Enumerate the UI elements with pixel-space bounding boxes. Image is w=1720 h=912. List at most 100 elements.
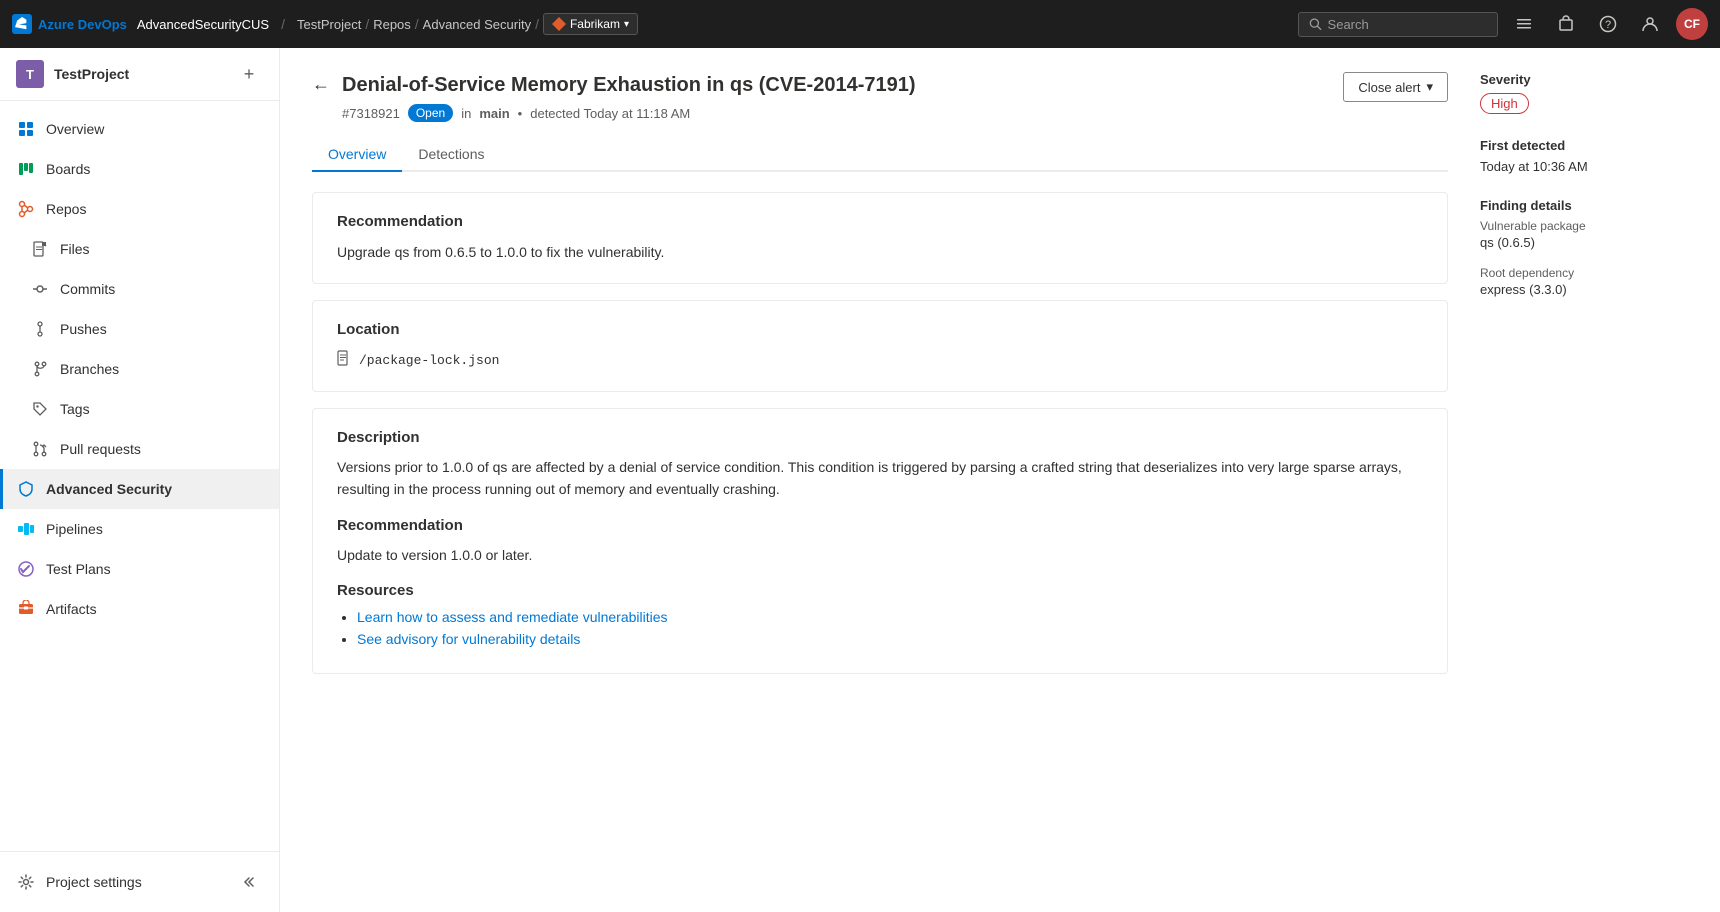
breadcrumb-sep-1: / (281, 16, 285, 32)
sidebar-item-branches[interactable]: Branches (0, 349, 279, 389)
back-button[interactable]: ← (312, 74, 330, 95)
sidebar-item-project-settings[interactable]: Project settings (0, 860, 279, 904)
fabrikam-chevron: ▾ (624, 19, 629, 30)
sidebar-item-pipelines[interactable]: Pipelines (0, 509, 279, 549)
breadcrumb-advanced-security[interactable]: Advanced Security (423, 17, 531, 32)
alert-tabs: Overview Detections (312, 138, 1448, 172)
severity-value: High (1480, 93, 1529, 114)
first-detected-label: First detected (1480, 138, 1688, 153)
search-input[interactable] (1328, 17, 1487, 32)
breadcrumb-sep-4: / (535, 16, 539, 32)
alert-branch-label: in (461, 106, 471, 121)
first-detected-value: Today at 10:36 AM (1480, 159, 1688, 174)
sidebar-item-files[interactable]: Files (0, 229, 279, 269)
alert-meta: #7318921 Open in main • detected Today a… (342, 104, 1343, 122)
inner-recommendation-text: Update to version 1.0.0 or later. (337, 544, 1423, 566)
azure-devops-logo[interactable]: Azure DevOps (12, 14, 129, 34)
sidebar-footer: Project settings (0, 851, 279, 912)
topbar-brand-label[interactable]: Azure DevOps (38, 17, 127, 32)
description-card: Description Versions prior to 1.0.0 of q… (312, 408, 1448, 674)
branches-icon (30, 359, 50, 379)
content-area: ← Denial-of-Service Memory Exhaustion in… (280, 48, 1720, 912)
recommendation-card: Recommendation Upgrade qs from 0.6.5 to … (312, 192, 1448, 284)
fabrikam-badge[interactable]: Fabrikam ▾ (543, 13, 638, 35)
alert-detected: • (518, 106, 523, 121)
svg-text:?: ? (1605, 19, 1611, 31)
file-icon (337, 350, 351, 371)
help-icon[interactable]: ? (1592, 8, 1624, 40)
alert-detail: ← Denial-of-Service Memory Exhaustion in… (280, 48, 1720, 912)
sidebar-item-artifacts[interactable]: Artifacts (0, 589, 279, 629)
overview-icon (16, 119, 36, 139)
description-heading: Description (337, 429, 1423, 446)
resource-link-1[interactable]: Learn how to assess and remediate vulner… (357, 609, 1423, 625)
project-settings-label: Project settings (46, 874, 142, 890)
sidebar-item-commits[interactable]: Commits (0, 269, 279, 309)
location-card: Location /package-lock.json (312, 300, 1448, 392)
avatar[interactable]: CF (1676, 8, 1708, 40)
main-layout: T TestProject + Overview (0, 48, 1720, 912)
list-icon[interactable] (1508, 8, 1540, 40)
project-name: TestProject (54, 66, 225, 82)
close-alert-label: Close alert (1358, 80, 1420, 95)
location-title: Location (337, 321, 1423, 338)
tab-detections[interactable]: Detections (402, 138, 500, 172)
vulnerable-package-value: qs (0.6.5) (1480, 235, 1688, 250)
close-alert-chevron: ▾ (1426, 79, 1433, 95)
breadcrumb-testproject[interactable]: TestProject (297, 17, 361, 32)
alert-sidebar-panel: Severity High First detected Today at 10… (1448, 72, 1688, 888)
sidebar-item-advanced-security-label: Advanced Security (46, 481, 172, 497)
logo-square (12, 14, 32, 34)
sidebar-item-files-label: Files (60, 241, 90, 257)
sidebar-item-branches-label: Branches (60, 361, 119, 377)
repos-icon (16, 199, 36, 219)
sidebar-item-pushes[interactable]: Pushes (0, 309, 279, 349)
fabrikam-icon (552, 17, 566, 31)
sidebar-item-overview[interactable]: Overview (0, 109, 279, 149)
severity-label: Severity (1480, 72, 1688, 87)
resource-link-2[interactable]: See advisory for vulnerability details (357, 631, 1423, 647)
breadcrumb-sep-2: / (365, 16, 369, 32)
shop-icon[interactable] (1550, 8, 1582, 40)
sidebar-item-boards[interactable]: Boards (0, 149, 279, 189)
sidebar-item-pushes-label: Pushes (60, 321, 107, 337)
tab-overview[interactable]: Overview (312, 138, 402, 172)
topbar-org[interactable]: AdvancedSecurityCUS (137, 17, 269, 32)
list-item: See advisory for vulnerability details (357, 631, 1423, 647)
search-icon (1309, 17, 1322, 31)
sidebar-item-repos[interactable]: Repos (0, 189, 279, 229)
description-body: Versions prior to 1.0.0 of qs are affect… (337, 456, 1423, 501)
pipelines-icon (16, 519, 36, 539)
sidebar-item-test-plans[interactable]: Test Plans (0, 549, 279, 589)
breadcrumb: TestProject / Repos / Advanced Security … (297, 13, 638, 35)
sidebar-item-tags-label: Tags (60, 401, 90, 417)
add-project-button[interactable]: + (235, 60, 263, 88)
sidebar-item-pull-requests[interactable]: Pull requests (0, 429, 279, 469)
sidebar-item-overview-label: Overview (46, 121, 104, 137)
breadcrumb-repos[interactable]: Repos (373, 17, 411, 32)
resources-list: Learn how to assess and remediate vulner… (337, 609, 1423, 647)
artifacts-icon (16, 599, 36, 619)
user-icon[interactable] (1634, 8, 1666, 40)
sidebar-item-repos-label: Repos (46, 201, 86, 217)
alert-id: #7318921 (342, 106, 400, 121)
pushes-icon (30, 319, 50, 339)
sidebar-item-advanced-security[interactable]: Advanced Security (0, 469, 279, 509)
root-dependency-label: Root dependency (1480, 266, 1688, 280)
collapse-sidebar-button[interactable] (239, 870, 263, 894)
alert-status-badge: Open (408, 104, 453, 122)
sidebar-item-pull-requests-label: Pull requests (60, 441, 141, 457)
sidebar-item-tags[interactable]: Tags (0, 389, 279, 429)
alert-title-block: Denial-of-Service Memory Exhaustion in q… (342, 72, 1343, 122)
list-item: Learn how to assess and remediate vulner… (357, 609, 1423, 625)
search-box[interactable] (1298, 12, 1498, 37)
settings-icon (16, 872, 36, 892)
breadcrumb-sep-3: / (415, 16, 419, 32)
close-alert-button[interactable]: Close alert ▾ (1343, 72, 1448, 102)
alert-detected-text: detected Today at 11:18 AM (530, 106, 690, 121)
resources-heading: Resources (337, 582, 1423, 599)
sidebar-project-header: T TestProject + (0, 48, 279, 101)
pr-icon (30, 439, 50, 459)
topbar: Azure DevOps AdvancedSecurityCUS / TestP… (0, 0, 1720, 48)
alert-branch: main (479, 106, 509, 121)
